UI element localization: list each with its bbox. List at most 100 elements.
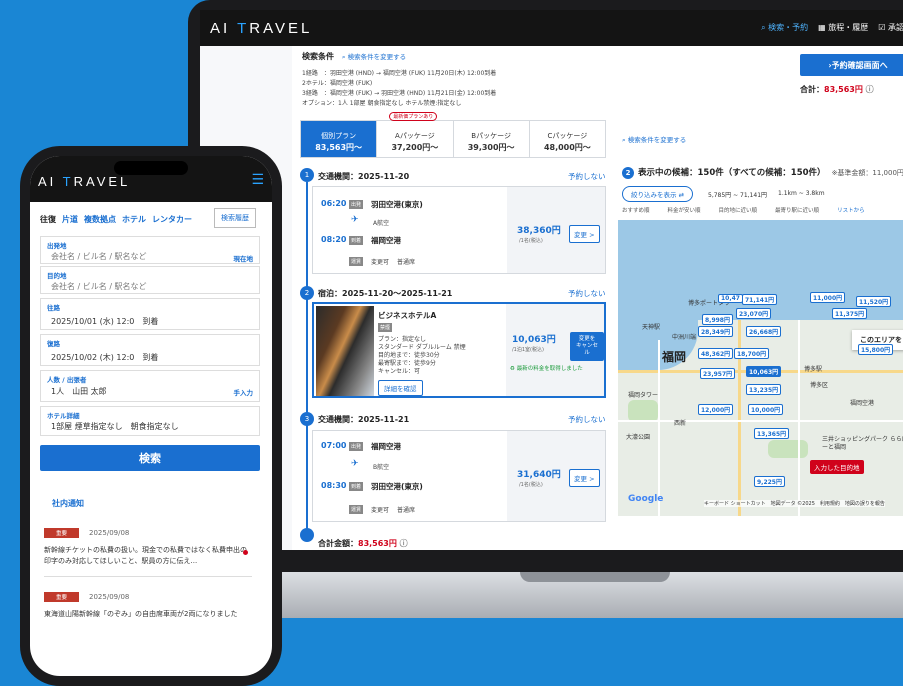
price-pin[interactable]: 11,375円 <box>832 308 868 319</box>
destination-pin[interactable]: 入力した目的地 <box>810 460 864 474</box>
price-range: 5,785円 ~ 71,141円 <box>708 192 768 199</box>
show-filter-button[interactable]: 絞り込みを表示 ⇄ <box>622 186 694 202</box>
brand-logo[interactable]: AI TRAVEL <box>38 174 130 189</box>
outbound-date-field[interactable]: 往路 2025/10/01 (水) 12:0 到着 <box>40 298 260 330</box>
criteria-line: 2ホテル：福岡空港 (FUK) <box>302 80 373 87</box>
price-unit: /1泊1室(税込) <box>512 347 544 353</box>
destination-field[interactable]: 目的地 会社名 / ビル名 / 駅名など <box>40 266 260 294</box>
important-badge: 重要 <box>44 592 80 602</box>
tab-multi-city[interactable]: 複数拠点 <box>84 214 116 225</box>
search-button[interactable]: 検索 <box>40 445 260 471</box>
price-pin[interactable]: 8,998円 <box>702 314 733 325</box>
map-label: 三井ショッピングパーク ららぽーと福岡 <box>822 436 903 451</box>
nav-approval[interactable]: ☑ 承認 <box>878 22 903 33</box>
price-pin[interactable]: 48,362円 <box>698 348 734 359</box>
sort-recommended[interactable]: おすすめ順 <box>622 206 650 214</box>
tab-round-trip[interactable]: 往復 <box>40 214 56 225</box>
return-date-field[interactable]: 復路 2025/10/02 (木) 12:0 到着 <box>40 334 260 366</box>
price-pin[interactable]: 23,957円 <box>700 368 736 379</box>
map-road <box>798 320 800 516</box>
map-label: 福岡タワー <box>628 392 659 399</box>
price-pin[interactable]: 71,141円 <box>742 294 778 305</box>
skip-booking-link[interactable]: 予約しない <box>568 171 606 182</box>
change-flight-button[interactable]: 変更 > <box>569 225 600 243</box>
price-pin[interactable]: 12,000円 <box>698 404 734 415</box>
step-number: 3 <box>300 412 314 426</box>
sort-destination[interactable]: 目的地に近い順 <box>719 206 758 214</box>
price-pin[interactable]: 13,365円 <box>754 428 790 439</box>
criteria-line: 1経路 ：羽田空港 (HND) → 福岡空港 (FUK) 11月20日(木) 1… <box>302 70 497 77</box>
hamburger-menu-icon[interactable]: ☰ <box>251 172 264 188</box>
flight-price: 38,360円 <box>517 226 561 236</box>
google-logo: Google <box>628 494 664 504</box>
map-park <box>628 400 658 422</box>
nav-search-reserve[interactable]: ⌕ 検索・予約 <box>761 22 808 33</box>
search-history-button[interactable]: 検索履歴 <box>214 208 256 228</box>
nav-itinerary[interactable]: ▦ 旅程・履歴 <box>818 22 868 33</box>
section-title: 交通機関：2025-11-21 <box>318 415 410 424</box>
price-pin[interactable]: 23,070円 <box>736 308 772 319</box>
total-summary: 合計：83,563円 ⓘ <box>800 85 874 94</box>
brand-logo[interactable]: AI TRAVEL <box>210 20 312 37</box>
info-icon[interactable]: ⓘ <box>866 85 874 94</box>
sort-station[interactable]: 最寄り駅に近い順 <box>775 206 819 214</box>
current-location-button[interactable]: 現在地 <box>234 253 254 263</box>
timeline-end-dot <box>300 528 314 542</box>
travelers-field[interactable]: 人数 / 出張者 1人 山田 太郎 手入力 <box>40 370 260 402</box>
skip-booking-link[interactable]: 予約しない <box>568 288 606 299</box>
price-pin[interactable]: 11,000円 <box>810 292 846 303</box>
price-pin[interactable]: 28,349円 <box>698 326 734 337</box>
seat-class: 普通席 <box>397 259 416 266</box>
sort-price[interactable]: 料金が安い順 <box>668 206 701 214</box>
change-criteria-link[interactable]: ⌕ 検索条件を変更する <box>342 53 406 61</box>
change-cancel-hotel-button[interactable]: 変更を キャンセル <box>570 332 604 361</box>
confirm-booking-button[interactable]: › 予約確認画面へ <box>800 54 903 76</box>
top-nav: ⌕ 検索・予約 ▦ 旅程・履歴 ☑ 承認 <box>761 22 903 33</box>
departure-tag: 出発 <box>349 200 364 209</box>
top-bar: AI TRAVEL ⌕ 検索・予約 ▦ 旅程・履歴 ☑ 承認 <box>200 10 903 46</box>
latest-price-notice: ♻ 最新の料金を取得しました <box>510 366 583 372</box>
change-criteria-link[interactable]: ⌕ 検索条件を変更する <box>622 134 686 145</box>
trip-type-tabs: 往復 片道 複数拠点 ホテル レンタカー <box>40 214 192 225</box>
hotel-details-field[interactable]: ホテル詳細 1部屋 煙草指定なし 朝食指定なし <box>40 406 260 436</box>
notice-item[interactable]: 重要 2025/09/08 新幹線チケットの私費の扱い。現金での私費ではなく私費申… <box>44 520 252 567</box>
tab-package-a[interactable]: 最新価プランあり Aパッケージ 37,200円〜 <box>377 112 454 157</box>
map-road <box>658 340 660 516</box>
unread-dot-icon <box>243 550 248 555</box>
manual-entry-button[interactable]: 手入力 <box>234 387 254 397</box>
price-pin[interactable]: 26,668円 <box>746 326 782 337</box>
price-pin[interactable]: 15,800円 <box>858 344 894 355</box>
price-pin[interactable]: 11,520円 <box>856 296 892 307</box>
skip-booking-link[interactable]: 予約しない <box>568 414 606 425</box>
sort-list[interactable]: リストから <box>837 206 865 214</box>
map-park <box>768 440 808 458</box>
arrival-place: 羽田空港(東京) <box>371 482 423 491</box>
hotel-map[interactable]: 福岡 博多区 天神駅 中洲川端 西新 博多駅 福岡空港 三井ショッピングパーク … <box>618 220 903 516</box>
notice-item[interactable]: 重要 2025/09/08 東海道山陽新幹線「のぞみ」の自由席車両が2両になりまし… <box>44 584 252 620</box>
divider <box>44 576 252 577</box>
hotel-detail-button[interactable]: 詳細を確認 <box>378 380 423 396</box>
candidate-heading: 2 表示中の候補：150件（すべての候補：150件） ※基準金額：11,000円 <box>622 166 903 179</box>
departure-field[interactable]: 出発地 会社名 / ビル名 / 駅名など 現在地 <box>40 236 260 264</box>
price-pin[interactable]: 10,000円 <box>748 404 784 415</box>
map-label: 福岡空港 <box>850 400 875 407</box>
airplane-icon: ✈ <box>351 215 359 225</box>
tab-rental-car[interactable]: レンタカー <box>152 214 192 225</box>
arrival-place: 福岡空港 <box>371 236 401 245</box>
recommended-badge: 最新価プランあり <box>389 112 438 121</box>
price-pin[interactable]: 18,700円 <box>734 348 770 359</box>
hotel-card[interactable]: ビジネスホテルA 禁煙 プラン：指定なし スタンダード ダブルルーム 禁煙 目的… <box>312 302 606 398</box>
tab-individual-plan[interactable]: 個別プラン 83,563円〜 <box>301 121 378 157</box>
tab-package-c[interactable]: Cパッケージ 48,000円〜 <box>530 121 605 157</box>
price-pin[interactable]: 9,225円 <box>754 476 785 487</box>
tab-package-b[interactable]: Bパッケージ 39,300円〜 <box>454 121 530 157</box>
info-icon[interactable]: ⓘ <box>400 539 408 548</box>
price-pin[interactable]: 10,47 <box>718 294 743 303</box>
tab-hotel[interactable]: ホテル <box>122 214 146 225</box>
selected-price-pin[interactable]: 10,063円 <box>746 366 782 377</box>
change-flight-button[interactable]: 変更 > <box>569 469 600 487</box>
tab-one-way[interactable]: 片道 <box>62 214 78 225</box>
notice-body: 新幹線チケットの私費の扱い。現金での私費ではなく私費申出の印字のみ対応してほしい… <box>44 546 247 565</box>
map-attribution[interactable]: キーボード ショートカット 地図データ ©2025 利用規約 地図の誤りを報告 <box>704 500 885 507</box>
price-pin[interactable]: 13,235円 <box>746 384 782 395</box>
